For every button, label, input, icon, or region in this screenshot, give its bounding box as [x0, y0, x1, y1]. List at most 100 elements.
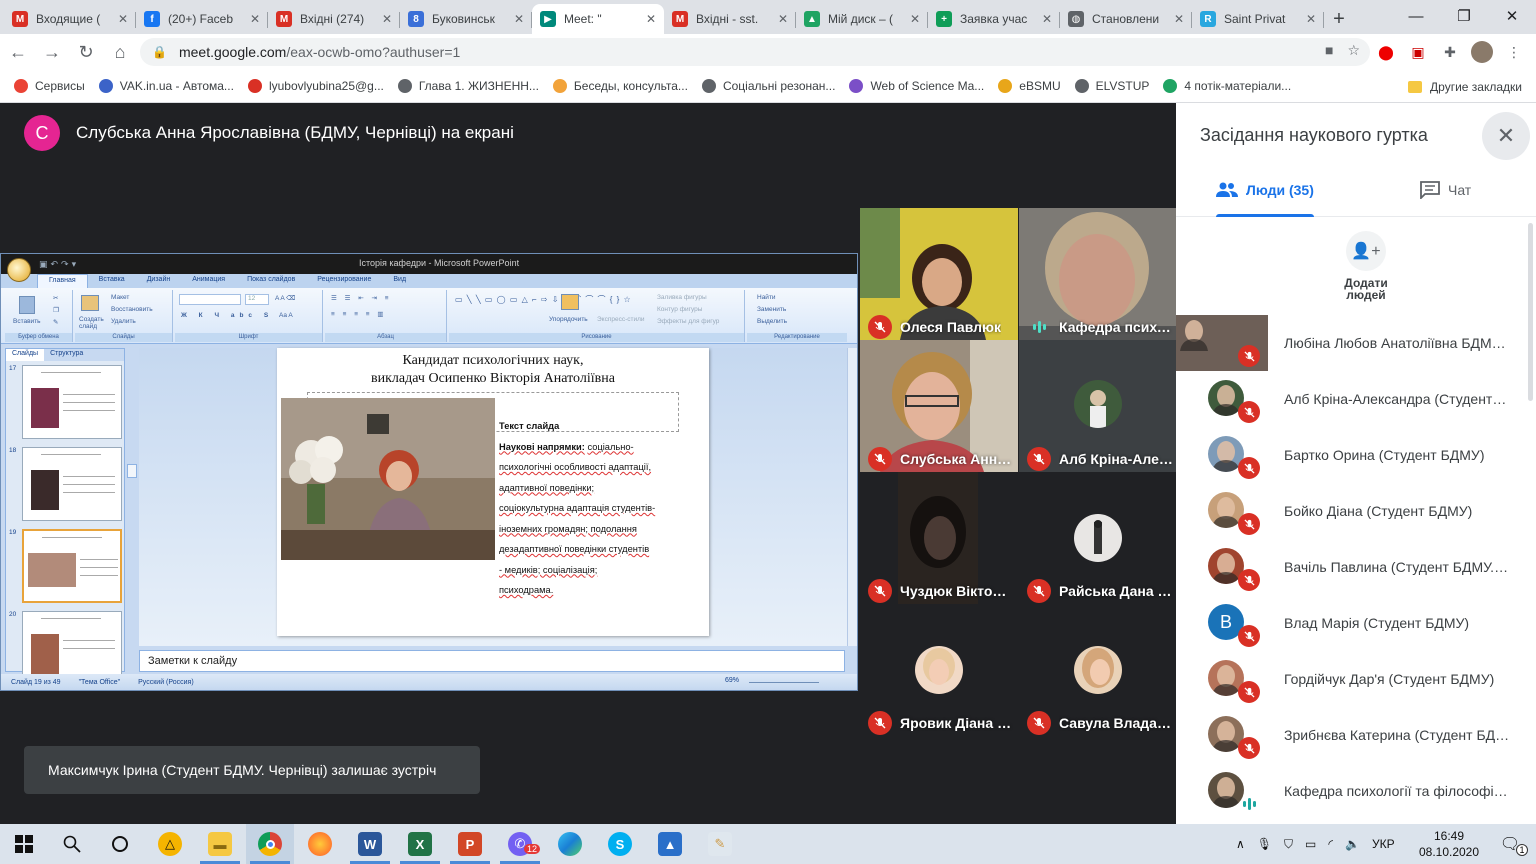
new-slide-icon[interactable] — [81, 295, 99, 311]
participant-row[interactable]: Бойко Діана (Студент БДМУ) — [1176, 483, 1536, 539]
find-button[interactable]: Найти — [757, 294, 776, 301]
browser-tab[interactable]: ▶ Meet: " ✕ — [532, 4, 664, 34]
word-icon[interactable]: W — [346, 824, 394, 864]
browser-tab[interactable]: 8 Буковинськ ✕ — [400, 4, 532, 34]
video-tile[interactable]: Савула Влада (... — [1019, 604, 1177, 736]
security-tray-icon[interactable]: ⛉ — [1284, 837, 1293, 852]
powerpoint-icon[interactable]: P — [446, 824, 494, 864]
pane-splitter[interactable] — [127, 464, 137, 478]
close-panel-button[interactable]: ✕ — [1482, 112, 1530, 160]
reload-icon[interactable]: ↻ — [70, 36, 102, 68]
participant-row[interactable]: Гордійчук Дар'я (Студент БДМУ) — [1176, 651, 1536, 707]
video-tile[interactable]: Слубська Анна ... — [860, 340, 1018, 472]
font-size-select[interactable]: 12 — [245, 294, 269, 305]
maximize-icon[interactable]: ❐ — [1440, 0, 1488, 32]
participant-row[interactable]: Любіна Любов Анатоліївна БДМУ, ... — [1176, 315, 1536, 371]
microphone-tray-icon[interactable]: 🎙 — [1257, 837, 1272, 851]
ribbon-tab[interactable]: Вставка — [88, 274, 136, 288]
close-tab-icon[interactable]: ✕ — [646, 12, 656, 26]
tab-slides[interactable]: Слайды — [6, 349, 45, 361]
close-tab-icon[interactable]: ✕ — [118, 12, 128, 26]
minimize-icon[interactable]: — — [1392, 0, 1440, 32]
close-tab-icon[interactable]: ✕ — [1174, 12, 1184, 26]
close-tab-icon[interactable]: ✕ — [1306, 12, 1316, 26]
home-icon[interactable]: ⌂ — [104, 36, 136, 68]
search-icon[interactable] — [48, 824, 96, 864]
pdf-extension-icon[interactable]: ▣ — [1406, 40, 1430, 64]
shapes-gallery[interactable]: ▭ ╲ ╲ ▭ ◯ ▭ △ ⌐ ⇨ ⇩ ◇ ⌒ ⌒ ⌒ { } ☆ — [455, 294, 632, 305]
close-tab-icon[interactable]: ✕ — [1042, 12, 1052, 26]
browser-tab[interactable]: f (20+) Faceb ✕ — [136, 4, 268, 34]
tray-overflow-icon[interactable]: ∧ — [1236, 837, 1245, 851]
edge-icon[interactable] — [546, 824, 594, 864]
input-language[interactable]: УКР — [1372, 837, 1395, 851]
extensions-puzzle-icon[interactable]: ✚ — [1438, 40, 1462, 64]
other-bookmarks[interactable]: Другие закладки — [1408, 70, 1522, 103]
font-color-icon[interactable]: Aa A — [279, 312, 293, 319]
cut-icon[interactable]: ✂ — [53, 294, 58, 302]
arrange-icon[interactable] — [561, 294, 579, 310]
browser-tab[interactable]: M Вхідні - sst. ✕ — [664, 4, 796, 34]
participant-row[interactable]: Алб Кріна-Александра (Студент БД... — [1176, 371, 1536, 427]
select-button[interactable]: Выделить — [757, 318, 787, 325]
video-tile[interactable]: Кафедра психо... — [1019, 208, 1177, 340]
ribbon-tab[interactable]: Рецензирование — [306, 274, 382, 288]
bookmark-item[interactable]: eBSMU — [998, 79, 1061, 93]
browser-menu-icon[interactable]: ⋮ — [1502, 40, 1526, 64]
shape-outline-button[interactable]: Контур фигуры — [657, 306, 702, 313]
bookmark-item[interactable]: ELVSTUP — [1074, 79, 1149, 93]
volume-icon[interactable]: 🔈 — [1345, 837, 1360, 851]
app-avast-icon[interactable]: △ — [146, 824, 194, 864]
close-tab-icon[interactable]: ✕ — [910, 12, 920, 26]
skype-icon[interactable]: S — [596, 824, 644, 864]
clock[interactable]: 16:49 08.10.2020 — [1416, 828, 1482, 860]
align-buttons[interactable]: ≡ ≡ ≡ ≡ ▥ — [331, 310, 387, 318]
ribbon-tab[interactable]: Анимация — [181, 274, 236, 288]
file-explorer-icon[interactable]: ▬ — [196, 824, 244, 864]
font-grow-icon[interactable]: A A ⌫ — [275, 294, 295, 302]
bookmark-item[interactable]: Сервисы — [14, 79, 85, 93]
bookmark-item[interactable]: lyubovlyubina25@g... — [247, 79, 384, 93]
opera-extension-icon[interactable]: ⬤ — [1374, 40, 1398, 64]
browser-tab[interactable]: ◍ Становлени ✕ — [1060, 4, 1192, 34]
shared-screen[interactable]: Історія кафедри - Microsoft PowerPoint ▣… — [0, 253, 858, 691]
close-tab-icon[interactable]: ✕ — [514, 12, 524, 26]
bookmark-item[interactable]: Web of Science Ma... — [849, 79, 984, 93]
participant-row[interactable]: Вачіль Павлина (Студент БДМУ. Че... — [1176, 539, 1536, 595]
close-window-icon[interactable]: ✕ — [1488, 0, 1536, 32]
font-name-select[interactable] — [179, 294, 241, 305]
copy-icon[interactable]: ❐ — [53, 306, 59, 314]
notifications-icon[interactable]: 🗨 1 — [1486, 824, 1534, 864]
browser-tab[interactable]: + Заявка учас ✕ — [928, 4, 1060, 34]
slide-scrollbar[interactable] — [847, 348, 857, 646]
bookmark-item[interactable]: Соціальні резонан... — [701, 79, 835, 93]
bookmark-item[interactable]: Беседы, консульта... — [552, 79, 688, 93]
shape-effects-button[interactable]: Эффекты для фигур — [657, 318, 719, 325]
bookmark-item[interactable]: Глава 1. ЖИЗНЕНН... — [397, 79, 539, 93]
bookmark-item[interactable]: VAK.in.ua - Автома... — [98, 79, 234, 93]
browser-tab[interactable]: M Входящие (✕ — [4, 4, 136, 34]
participant-row[interactable]: Бартко Орина (Студент БДМУ) — [1176, 427, 1536, 483]
start-button[interactable] — [0, 824, 48, 864]
cortana-icon[interactable] — [96, 824, 144, 864]
close-tab-icon[interactable]: ✕ — [250, 12, 260, 26]
browser-tab[interactable]: R Saint Privat ✕ — [1192, 4, 1324, 34]
new-tab-button[interactable]: + — [1324, 4, 1354, 34]
video-tile[interactable]: Чуздюк Вікторі... — [860, 472, 1018, 604]
close-tab-icon[interactable]: ✕ — [778, 12, 788, 26]
reset-button[interactable]: Восстановить — [111, 306, 153, 313]
zoom-slider[interactable] — [749, 682, 819, 683]
video-tile[interactable]: Яровик Діана (С... — [860, 604, 1018, 736]
delete-button[interactable]: Удалить — [111, 318, 136, 325]
slide-thumbnail[interactable]: 17 — [6, 363, 126, 439]
profile-avatar[interactable] — [1470, 40, 1494, 64]
browser-tab[interactable]: M Вхідні (274) ✕ — [268, 4, 400, 34]
notes-field[interactable]: Заметки к слайду — [139, 650, 845, 672]
forward-icon[interactable]: → — [36, 36, 68, 68]
url-bar[interactable]: 🔒 meet.google.com/eax-ocwb-omo?authuser=… — [140, 38, 1370, 66]
video-tile[interactable]: Алб Кріна-Алек... — [1019, 340, 1177, 472]
ribbon-tab[interactable]: Вид — [382, 274, 417, 288]
chrome-icon[interactable] — [246, 824, 294, 864]
tab-chat[interactable]: Чат — [1420, 163, 1471, 217]
wifi-icon[interactable]: ◜ — [1328, 837, 1333, 851]
